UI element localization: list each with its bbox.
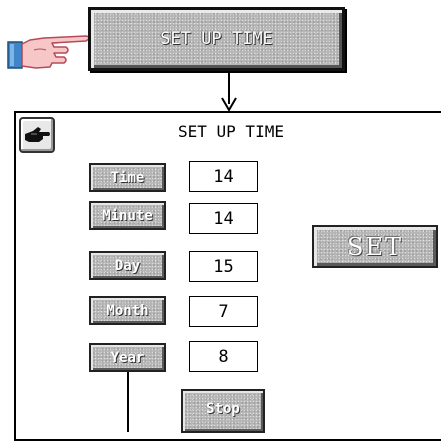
year-leader-line: [127, 372, 129, 432]
year-label-button[interactable]: Year: [89, 343, 166, 372]
set-up-time-button-label: SET UP TIME: [160, 29, 273, 49]
day-value-field[interactable]: 15: [189, 251, 258, 282]
year-label: Year: [110, 349, 145, 366]
time-value-field[interactable]: 14: [189, 161, 258, 192]
minute-label-button[interactable]: Minute: [89, 201, 166, 230]
time-label: Time: [110, 169, 145, 186]
panel-hand-button[interactable]: [19, 117, 55, 153]
stop-button[interactable]: Stop: [181, 389, 265, 433]
pointing-hand-icon: [7, 35, 90, 69]
day-label-button[interactable]: Day: [89, 251, 166, 280]
set-up-time-button[interactable]: SET UP TIME: [88, 7, 345, 71]
arrow-down-icon: [221, 97, 237, 111]
hand-icon: [25, 127, 50, 142]
minute-label: Minute: [102, 207, 153, 224]
month-label: Month: [106, 302, 149, 319]
set-button[interactable]: SET: [312, 225, 438, 268]
set-button-label: SET: [347, 232, 403, 261]
month-value-field[interactable]: 7: [189, 296, 258, 327]
time-label-button[interactable]: Time: [89, 163, 166, 192]
year-value-field[interactable]: 8: [189, 341, 258, 372]
panel-title: SET UP TIME: [178, 122, 284, 141]
stop-button-label: Stop: [206, 401, 240, 417]
day-label: Day: [114, 257, 141, 274]
month-label-button[interactable]: Month: [89, 296, 166, 325]
minute-value-field[interactable]: 14: [189, 203, 258, 234]
